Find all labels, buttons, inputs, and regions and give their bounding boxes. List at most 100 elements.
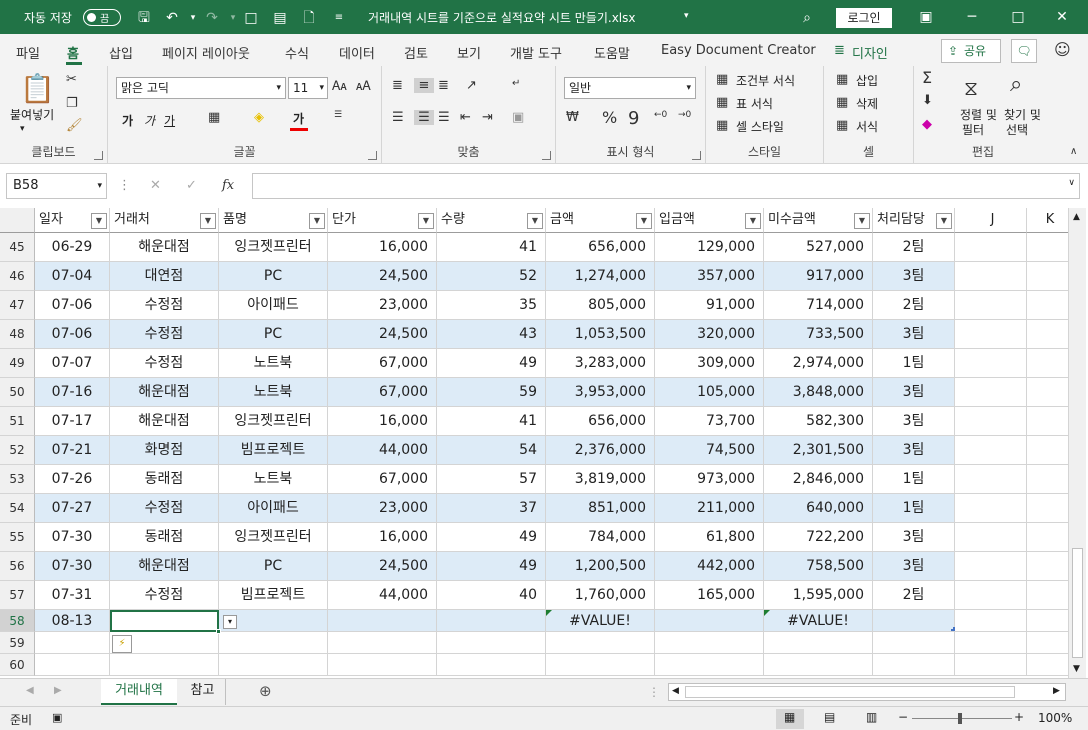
- table-cell[interactable]: [328, 654, 437, 676]
- table-cell[interactable]: 722,200: [764, 523, 873, 552]
- table-cell[interactable]: 3팀: [873, 262, 955, 291]
- table-cell[interactable]: [1027, 436, 1070, 465]
- table-cell[interactable]: [1027, 349, 1070, 378]
- table-cell[interactable]: 대연점: [110, 262, 219, 291]
- table-cell[interactable]: 3,953,000: [546, 378, 655, 407]
- row-header[interactable]: 57: [0, 581, 35, 610]
- table-cell[interactable]: [1027, 407, 1070, 436]
- row-header[interactable]: 46: [0, 262, 35, 291]
- share-button[interactable]: ⇪ 공유: [941, 39, 1001, 63]
- table-cell[interactable]: 07-31: [35, 581, 110, 610]
- tab-formulas[interactable]: 수식: [285, 43, 309, 62]
- merge-center-icon[interactable]: ▣: [512, 110, 524, 125]
- row-header[interactable]: 51: [0, 407, 35, 436]
- table-cell[interactable]: 08-13: [35, 610, 110, 632]
- login-button[interactable]: 로그인: [836, 8, 892, 28]
- new-sheet-icon[interactable]: □: [242, 9, 260, 27]
- copy-icon[interactable]: ❐: [66, 96, 78, 111]
- table-cell[interactable]: [437, 610, 546, 632]
- table-cell[interactable]: [955, 494, 1027, 523]
- table-cell[interactable]: 714,000: [764, 291, 873, 320]
- paste-dropdown-icon[interactable]: ▾: [20, 124, 25, 134]
- prev-sheet-icon[interactable]: ◀: [26, 685, 34, 696]
- zoom-level[interactable]: 100%: [1038, 711, 1072, 725]
- number-launcher-icon[interactable]: [692, 151, 701, 160]
- table-cell[interactable]: 41: [437, 233, 546, 262]
- expand-formula-icon[interactable]: ∨: [1068, 178, 1075, 188]
- table-cell[interactable]: 06-29: [35, 233, 110, 262]
- increase-decimal-icon[interactable]: ←0: [654, 110, 667, 120]
- table-cell[interactable]: 잉크젯프린터: [219, 523, 328, 552]
- table-resize-handle[interactable]: [951, 627, 955, 631]
- filter-dropdown-icon[interactable]: ▼: [745, 213, 761, 229]
- table-cell[interactable]: 2,846,000: [764, 465, 873, 494]
- autocorrect-options-icon[interactable]: ⚡: [112, 635, 132, 653]
- row-header[interactable]: 45: [0, 233, 35, 262]
- table-cell[interactable]: [955, 233, 1027, 262]
- table-cell[interactable]: 24,500: [328, 552, 437, 581]
- table-cell[interactable]: 1팀: [873, 494, 955, 523]
- redo-dropdown-icon[interactable]: ▾: [224, 9, 242, 27]
- table-cell[interactable]: 805,000: [546, 291, 655, 320]
- align-middle-icon[interactable]: ≡: [414, 78, 434, 93]
- table-cell[interactable]: [764, 654, 873, 676]
- table-cell[interactable]: 165,000: [655, 581, 764, 610]
- table-cell[interactable]: 656,000: [546, 233, 655, 262]
- maximize-icon[interactable]: □: [1008, 8, 1028, 28]
- align-top-icon[interactable]: ≣: [392, 78, 403, 93]
- name-box[interactable]: B58 ▾: [6, 173, 107, 199]
- table-cell[interactable]: [1027, 654, 1070, 676]
- table-cell[interactable]: [1027, 632, 1070, 654]
- tab-easy-document-creator[interactable]: Easy Document Creator: [661, 43, 816, 58]
- table-cell[interactable]: 빔프로젝트: [219, 581, 328, 610]
- row-header[interactable]: 52: [0, 436, 35, 465]
- wrap-text-icon[interactable]: ↵: [512, 78, 520, 89]
- table-cell[interactable]: 3팀: [873, 378, 955, 407]
- table-cell[interactable]: [955, 349, 1027, 378]
- cell-styles-button[interactable]: 셀 스타일: [736, 118, 784, 135]
- table-cell[interactable]: 67,000: [328, 465, 437, 494]
- row-header[interactable]: 59: [0, 632, 35, 654]
- row-header[interactable]: 49: [0, 349, 35, 378]
- clear-icon[interactable]: ◆: [922, 117, 932, 132]
- table-cell[interactable]: 1,274,000: [546, 262, 655, 291]
- table-cell[interactable]: 동래점: [110, 523, 219, 552]
- underline-button[interactable]: 가: [164, 112, 175, 129]
- table-cell[interactable]: 74,500: [655, 436, 764, 465]
- table-cell[interactable]: 16,000: [328, 523, 437, 552]
- tab-home[interactable]: 홈: [67, 43, 79, 62]
- row-header[interactable]: 53: [0, 465, 35, 494]
- filter-dropdown-icon[interactable]: ▼: [936, 213, 952, 229]
- search-icon[interactable]: ⌕: [798, 9, 816, 27]
- table-cell[interactable]: 656,000: [546, 407, 655, 436]
- tab-developer[interactable]: 개발 도구: [510, 43, 562, 62]
- increase-font-icon[interactable]: 🗛: [332, 79, 347, 94]
- table-cell[interactable]: [35, 632, 110, 654]
- bold-button[interactable]: 가: [122, 112, 133, 129]
- horizontal-scroll-thumb[interactable]: [685, 686, 1015, 698]
- table-cell[interactable]: PC: [219, 552, 328, 581]
- next-sheet-icon[interactable]: ▶: [54, 685, 62, 696]
- table-cell[interactable]: 3팀: [873, 320, 955, 349]
- orientation-icon[interactable]: ↗: [466, 78, 477, 93]
- column-header[interactable]: 미수금액 ▼: [764, 208, 873, 233]
- table-cell[interactable]: 49: [437, 349, 546, 378]
- row-header[interactable]: 58: [0, 610, 35, 632]
- table-cell[interactable]: 52: [437, 262, 546, 291]
- row-header[interactable]: 54: [0, 494, 35, 523]
- zoom-slider[interactable]: [912, 718, 1012, 719]
- table-cell[interactable]: 309,000: [655, 349, 764, 378]
- scroll-left-icon[interactable]: ◀: [672, 686, 679, 696]
- comment-button[interactable]: 🗨: [1011, 39, 1037, 63]
- sheet-tab-reference[interactable]: 참고: [180, 679, 226, 705]
- row-header[interactable]: 47: [0, 291, 35, 320]
- table-cell[interactable]: [873, 654, 955, 676]
- table-cell[interactable]: 아이패드: [219, 291, 328, 320]
- font-launcher-icon[interactable]: [368, 151, 377, 160]
- table-cell[interactable]: 67,000: [328, 349, 437, 378]
- table-cell[interactable]: 73,700: [655, 407, 764, 436]
- table-cell[interactable]: 노트북: [219, 465, 328, 494]
- table-cell[interactable]: 43: [437, 320, 546, 349]
- table-cell[interactable]: 2팀: [873, 233, 955, 262]
- phonetic-icon[interactable]: ☰: [334, 110, 342, 120]
